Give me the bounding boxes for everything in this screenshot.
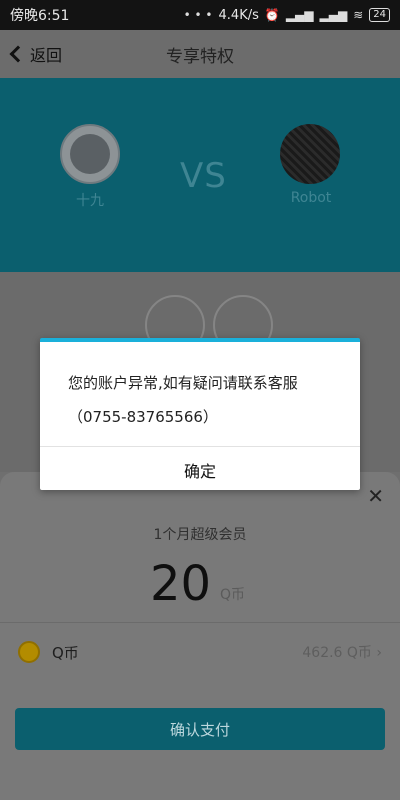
- versus-banner: VS 十九 Robot: [0, 78, 400, 272]
- wifi-icon: ≋: [353, 8, 364, 22]
- alarm-icon: ⏰: [264, 8, 280, 22]
- divider: [0, 622, 400, 623]
- dialog-message: 您的账户异常,如有疑问请联系客服: [68, 374, 298, 392]
- battery-icon: 24: [369, 8, 390, 22]
- chevron-left-icon: [9, 45, 27, 63]
- dialog-phone: （0755-83765566）: [68, 408, 218, 426]
- payment-method-row[interactable]: Q币 462.6 Q币 ›: [0, 632, 400, 674]
- close-icon[interactable]: ✕: [367, 484, 384, 508]
- status-time: 傍晚6:51: [10, 8, 70, 24]
- chevron-right-icon: ›: [376, 645, 382, 661]
- signal-icon: ▂▄▆: [285, 8, 314, 22]
- dialog-ok-button[interactable]: 确定: [40, 450, 360, 490]
- player-name-left: 十九: [76, 193, 104, 209]
- status-bar: 傍晚6:51 • • • 4.4K/s ⏰ ▂▄▆ ▂▄▆ ≋ 24: [0, 0, 400, 30]
- avatar-right[interactable]: [280, 124, 340, 184]
- status-indicators: • • • 4.4K/s ⏰ ▂▄▆ ▂▄▆ ≋ 24: [184, 8, 390, 23]
- back-button[interactable]: 返回: [8, 42, 62, 66]
- payment-method-label: Q币: [52, 644, 79, 662]
- avatar-left-image: [70, 134, 110, 174]
- avatar-left[interactable]: [60, 124, 120, 184]
- balance-value: 462.6 Q币 ›: [302, 642, 382, 662]
- back-label: 返回: [30, 46, 63, 65]
- more-dots-icon: • • •: [183, 8, 213, 22]
- price-value: 20: [150, 556, 212, 612]
- vs-text: VS: [180, 156, 227, 196]
- network-speed: 4.4K/s: [218, 7, 259, 23]
- dialog-divider: [40, 446, 360, 447]
- player-name-right: Robot: [290, 190, 332, 206]
- qcoin-icon: [18, 641, 40, 663]
- price-unit: Q币: [220, 587, 246, 603]
- balance-text: 462.6 Q币: [302, 645, 372, 661]
- signal-icon-2: ▂▄▆: [319, 8, 348, 22]
- confirm-pay-button[interactable]: 确认支付: [15, 708, 385, 750]
- plan-name: 1个月超级会员: [153, 527, 247, 543]
- app-header: 返回 专享特权: [0, 30, 400, 78]
- payment-sheet: ✕ 1个月超级会员 20 Q币 Q币 462.6 Q币 › 确认支付: [0, 472, 400, 800]
- alert-dialog: 您的账户异常,如有疑问请联系客服 （0755-83765566） 确定: [40, 338, 360, 490]
